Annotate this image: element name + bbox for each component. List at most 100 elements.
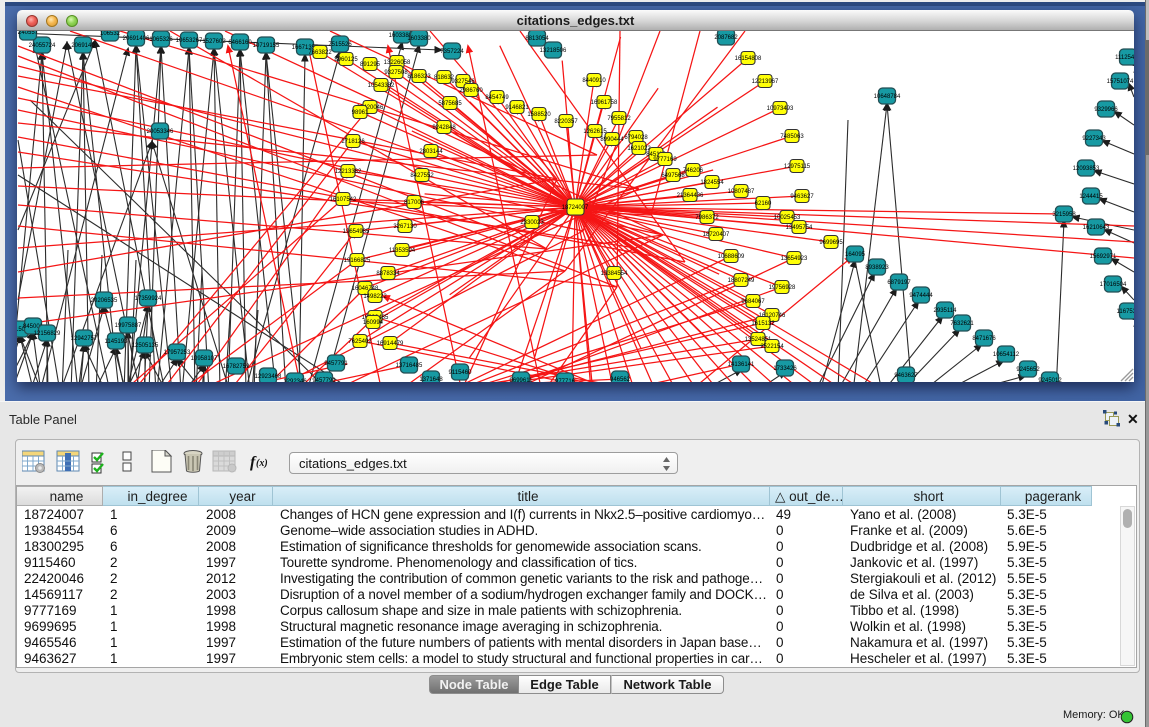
svg-text:13716485: 13716485 <box>396 363 423 369</box>
svg-text:11125419: 11125419 <box>1115 55 1134 61</box>
svg-text:18807249: 18807249 <box>728 278 755 284</box>
svg-text:15751074: 15751074 <box>1107 79 1134 85</box>
svg-text:6466160: 6466160 <box>228 40 252 46</box>
svg-text:12213382: 12213382 <box>335 169 362 175</box>
svg-text:8960125: 8960125 <box>334 57 358 63</box>
svg-text:8938923: 8938923 <box>865 265 889 271</box>
svg-text:62160: 62160 <box>755 201 772 207</box>
svg-text:10543382: 10543382 <box>368 83 395 89</box>
svg-text:(x): (x) <box>256 458 268 469</box>
svg-text:160994: 160994 <box>363 320 384 326</box>
svg-text:9699611: 9699611 <box>510 378 534 382</box>
svg-text:17016504: 17016504 <box>1100 282 1127 288</box>
svg-text:8454749: 8454749 <box>485 95 509 101</box>
svg-text:8471676: 8471676 <box>972 336 996 342</box>
svg-text:9227343: 9227343 <box>1082 136 1106 142</box>
svg-text:3267130: 3267130 <box>393 224 417 230</box>
svg-text:6879197: 6879197 <box>887 280 911 286</box>
svg-text:7625402: 7625402 <box>348 339 372 345</box>
svg-text:18720407: 18720407 <box>703 232 730 238</box>
svg-text:17957253: 17957253 <box>164 350 191 356</box>
svg-text:1824554: 1824554 <box>700 180 724 186</box>
svg-text:1244415: 1244415 <box>1079 194 1103 200</box>
svg-text:1527602: 1527602 <box>202 39 226 45</box>
svg-text:20053346: 20053346 <box>147 129 174 135</box>
svg-text:10807487: 10807487 <box>728 189 755 195</box>
svg-text:18724007: 18724007 <box>562 205 589 211</box>
svg-text:8220357: 8220357 <box>554 119 578 125</box>
svg-text:13654923: 13654923 <box>781 256 808 262</box>
svg-text:2935114: 2935114 <box>934 308 958 314</box>
svg-text:9327508: 9327508 <box>384 70 408 76</box>
svg-text:10688609: 10688609 <box>718 254 745 260</box>
svg-text:8878334: 8878334 <box>376 271 400 277</box>
svg-text:1145193: 1145193 <box>105 339 129 345</box>
svg-text:9699695: 9699695 <box>819 240 843 246</box>
svg-text:2087682: 2087682 <box>714 35 738 41</box>
svg-text:9463627: 9463627 <box>790 194 814 200</box>
svg-text:16210643: 16210643 <box>1083 225 1110 231</box>
svg-text:1262615: 1262615 <box>583 129 607 135</box>
svg-text:8440910: 8440910 <box>582 78 606 84</box>
svg-text:7357224: 7357224 <box>440 49 464 55</box>
svg-text:891295: 891295 <box>360 62 381 68</box>
svg-text:8813054: 8813054 <box>525 36 549 42</box>
svg-text:8427552: 8427552 <box>410 173 434 179</box>
svg-text:9242848: 9242848 <box>432 125 456 131</box>
svg-text:1733426: 1733426 <box>773 366 797 372</box>
svg-text:9329966: 9329966 <box>1094 107 1118 113</box>
svg-text:11353594: 11353594 <box>389 248 416 254</box>
svg-text:1615132: 1615132 <box>751 321 775 327</box>
svg-text:12156829: 12156829 <box>34 331 61 337</box>
svg-text:240557: 240557 <box>18 31 39 36</box>
svg-text:10653267: 10653267 <box>176 38 203 44</box>
svg-text:9146821: 9146821 <box>505 105 529 111</box>
svg-text:16782759: 16782759 <box>223 364 250 370</box>
svg-text:9463627: 9463627 <box>894 373 918 379</box>
svg-text:2803144: 2803144 <box>419 149 443 155</box>
svg-text:19975887: 19975887 <box>115 323 142 329</box>
svg-text:10958107: 10958107 <box>191 356 218 362</box>
svg-text:15692971: 15692971 <box>1090 254 1117 260</box>
svg-text:7986372: 7986372 <box>695 215 719 221</box>
svg-text:1167534: 1167534 <box>1117 309 1134 315</box>
svg-text:9684067: 9684067 <box>741 299 765 305</box>
svg-text:3215958: 3215958 <box>1052 212 1076 218</box>
svg-text:12213967: 12213967 <box>752 79 779 85</box>
svg-text:10648784: 10648784 <box>874 94 901 100</box>
svg-text:14136141: 14136141 <box>728 362 755 368</box>
svg-text:9115460: 9115460 <box>449 370 473 376</box>
svg-text:6497568: 6497568 <box>661 173 685 179</box>
svg-text:13495754: 13495754 <box>786 225 813 231</box>
svg-text:9245012: 9245012 <box>1038 378 1062 382</box>
svg-text:12975115: 12975115 <box>784 164 811 170</box>
svg-text:2522154: 2522154 <box>760 344 784 350</box>
svg-text:8186323: 8186323 <box>407 74 431 80</box>
svg-text:1498222: 1498222 <box>363 294 387 300</box>
svg-text:19166825: 19166825 <box>344 258 371 264</box>
svg-text:1371648: 1371648 <box>419 377 443 382</box>
svg-text:946562: 946562 <box>610 377 631 382</box>
svg-text:9777169: 9777169 <box>653 157 677 163</box>
svg-text:2330023: 2330023 <box>520 220 544 226</box>
svg-text:9457791: 9457791 <box>324 361 348 367</box>
svg-text:817006: 817006 <box>404 200 425 206</box>
svg-text:16107542: 16107542 <box>330 197 357 203</box>
svg-text:12505135: 12505135 <box>132 343 159 349</box>
svg-text:20691406: 20691406 <box>123 36 150 42</box>
svg-text:106532: 106532 <box>100 31 121 37</box>
svg-text:164095: 164095 <box>845 252 866 258</box>
svg-text:8990444: 8990444 <box>600 137 624 143</box>
svg-text:2718126: 2718126 <box>341 139 365 145</box>
svg-text:16961758: 16961758 <box>591 100 618 106</box>
svg-text:19384554: 19384554 <box>601 271 628 277</box>
svg-text:16914479: 16914479 <box>377 341 404 347</box>
svg-text:7485063: 7485063 <box>780 134 804 140</box>
svg-text:7955812: 7955812 <box>607 116 631 122</box>
svg-text:7663822: 7663822 <box>308 50 332 56</box>
svg-text:9457791: 9457791 <box>312 378 336 382</box>
svg-text:19654985: 19654985 <box>343 229 370 235</box>
svg-text:98961: 98961 <box>352 110 369 116</box>
svg-text:10973493: 10973493 <box>767 106 794 112</box>
svg-text:24055724: 24055724 <box>29 43 56 49</box>
